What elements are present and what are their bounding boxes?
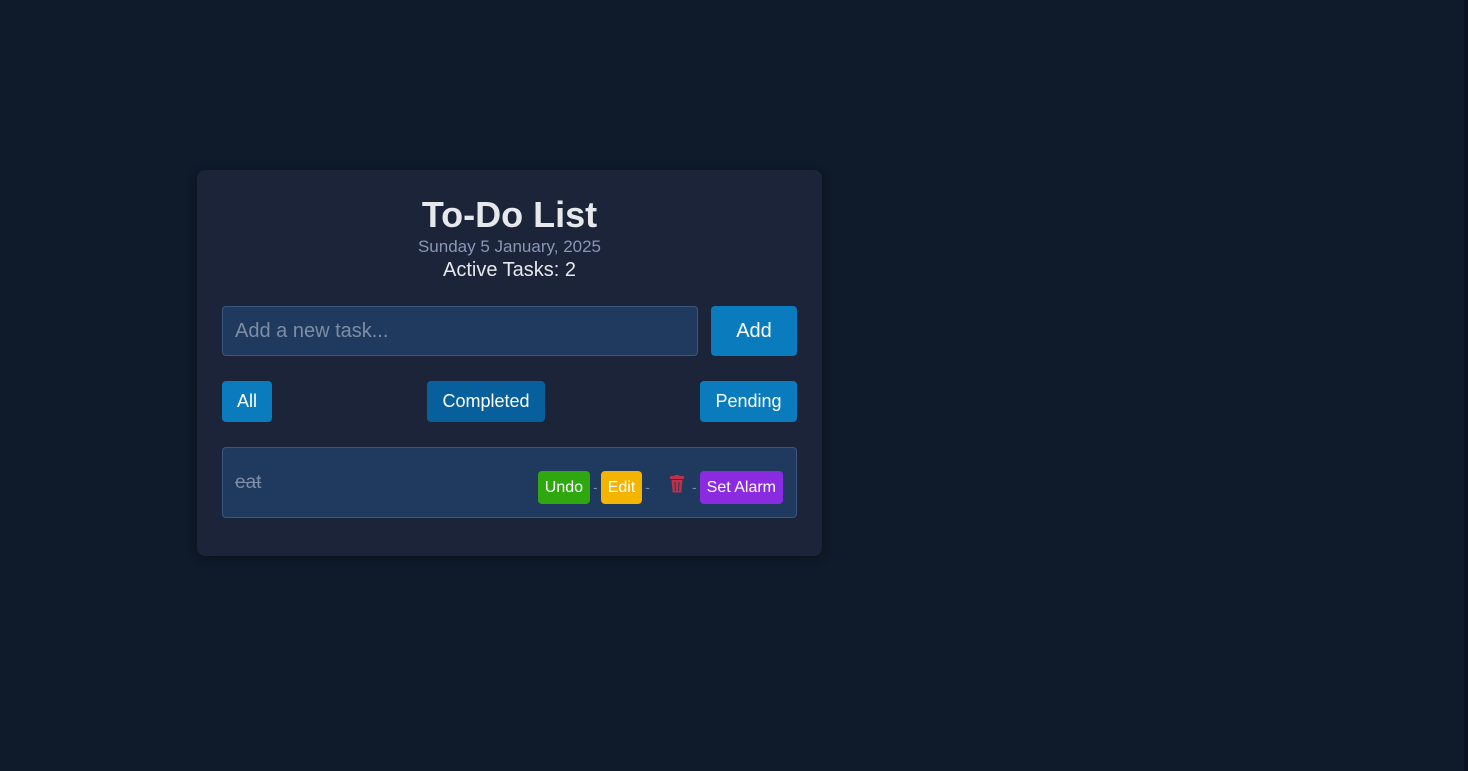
task-actions: Undo - Edit - - Set Alarm: [537, 471, 783, 504]
page-title: To-Do List: [421, 194, 598, 235]
edit-button[interactable]: Edit: [600, 471, 643, 504]
set-alarm-button[interactable]: Set Alarm: [699, 471, 783, 504]
add-task-button[interactable]: Add: [711, 306, 797, 356]
separator: -: [593, 479, 598, 495]
active-tasks-count: Active Tasks: 2: [442, 259, 577, 281]
undo-button[interactable]: Undo: [537, 471, 591, 504]
current-date: Sunday 5 January, 2025: [417, 237, 602, 256]
todo-card: To-Do List Sunday 5 January, 2025 Active…: [197, 170, 822, 556]
new-task-input[interactable]: [222, 306, 698, 356]
task-item: eat Undo - Edit - - Set Alarm: [222, 447, 797, 518]
filter-pending-button[interactable]: Pending: [700, 381, 797, 422]
filter-all-button[interactable]: All: [222, 381, 272, 422]
trash-icon[interactable]: [668, 473, 686, 495]
separator: -: [645, 479, 650, 495]
page-scrollbar[interactable]: [1464, 0, 1468, 771]
separator: -: [691, 479, 697, 495]
filter-completed-button[interactable]: Completed: [427, 381, 545, 422]
task-text[interactable]: eat: [235, 472, 261, 494]
